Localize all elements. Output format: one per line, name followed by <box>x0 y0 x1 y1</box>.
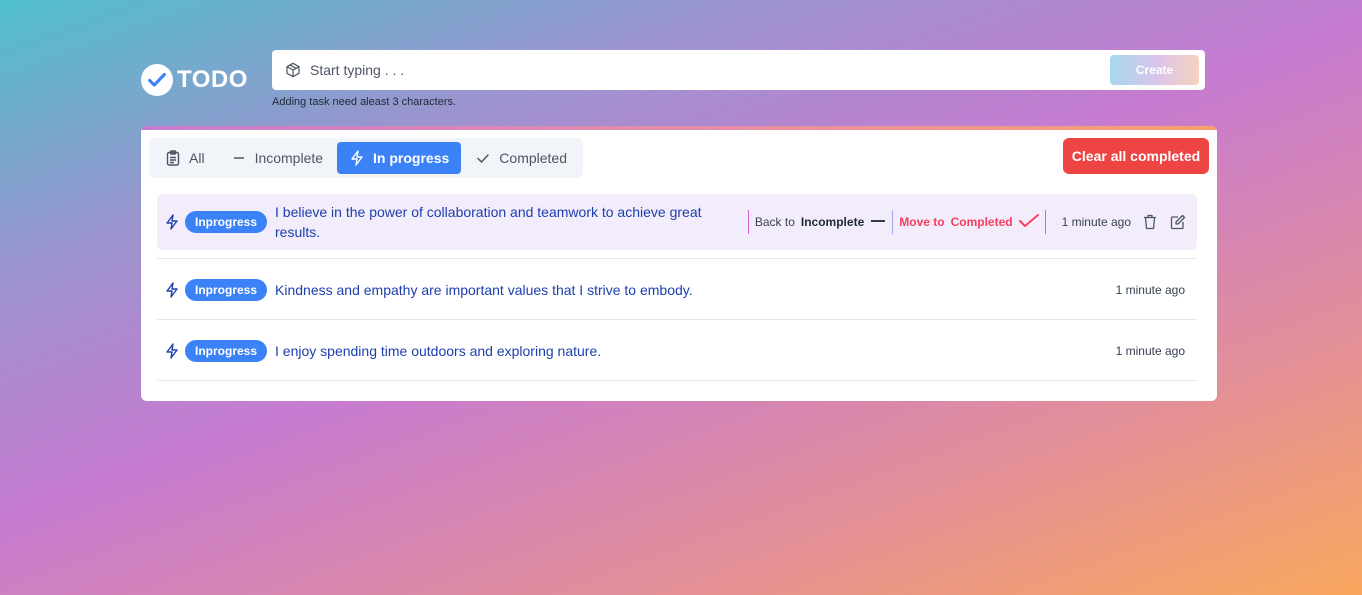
task-time: 1 minute ago <box>1115 343 1185 358</box>
edit-icon[interactable] <box>1169 213 1187 231</box>
minus-icon <box>231 150 247 166</box>
tab-completed-label: Completed <box>499 150 567 166</box>
create-task-bar: Create <box>272 50 1205 90</box>
tab-completed[interactable]: Completed <box>463 142 579 174</box>
app-title: TODO <box>177 66 248 93</box>
package-icon <box>284 61 302 79</box>
status-badge: Inprogress <box>185 211 268 233</box>
input-hint: Adding task need aleast 3 characters. <box>272 96 457 108</box>
task-row[interactable]: Inprogress I believe in the power of col… <box>157 194 1197 250</box>
app-logo: TODO <box>141 64 248 96</box>
check-logo-icon <box>141 64 173 96</box>
move-prefix: Move to <box>899 215 945 229</box>
tab-incomplete-label: Incomplete <box>254 150 324 166</box>
tab-all[interactable]: All <box>153 142 217 174</box>
status-badge: Inprogress <box>185 339 268 362</box>
task-time: 1 minute ago <box>1115 282 1185 297</box>
bolt-icon <box>165 342 181 359</box>
check-icon <box>1018 213 1039 231</box>
divider <box>747 210 749 234</box>
clear-all-completed-button[interactable]: Clear all completed <box>1063 138 1209 174</box>
task-text: I enjoy spending time outdoors and explo… <box>275 342 602 359</box>
trash-icon[interactable] <box>1141 213 1159 231</box>
clipboard-icon <box>165 150 181 166</box>
filter-tabs: All Incomplete In progress Completed <box>149 138 583 178</box>
task-row[interactable]: Inprogress I enjoy spending time outdoor… <box>157 321 1197 381</box>
status-badge: Inprogress <box>185 278 268 301</box>
divider <box>892 210 894 234</box>
create-button[interactable]: Create <box>1110 55 1199 85</box>
move-target: Completed <box>950 215 1013 229</box>
divider <box>1044 210 1046 234</box>
check-icon <box>475 150 491 166</box>
back-to-incomplete-button[interactable]: Back to Incomplete <box>749 210 892 234</box>
task-time: 1 minute ago <box>1061 215 1131 229</box>
panel-accent-line <box>141 126 1217 130</box>
back-target: Incomplete <box>800 215 865 229</box>
minus-icon <box>870 215 886 229</box>
bolt-icon <box>165 281 181 298</box>
row-divider <box>157 258 1197 259</box>
bolt-icon <box>165 214 181 230</box>
back-prefix: Back to <box>754 215 795 229</box>
bolt-icon <box>349 150 365 166</box>
task-text: Kindness and empathy are important value… <box>275 281 693 298</box>
tab-in-progress-label: In progress <box>373 150 450 166</box>
tab-all-label: All <box>189 150 205 166</box>
tasks-panel: All Incomplete In progress Completed Cle… <box>141 126 1217 401</box>
task-text: I believe in the power of collaboration … <box>275 204 702 240</box>
move-to-completed-button[interactable]: Move to Completed <box>893 210 1044 234</box>
tab-incomplete[interactable]: Incomplete <box>219 142 335 174</box>
task-input[interactable] <box>310 62 1110 78</box>
tab-in-progress[interactable]: In progress <box>337 142 462 174</box>
task-row[interactable]: Inprogress Kindness and empathy are impo… <box>157 260 1197 320</box>
